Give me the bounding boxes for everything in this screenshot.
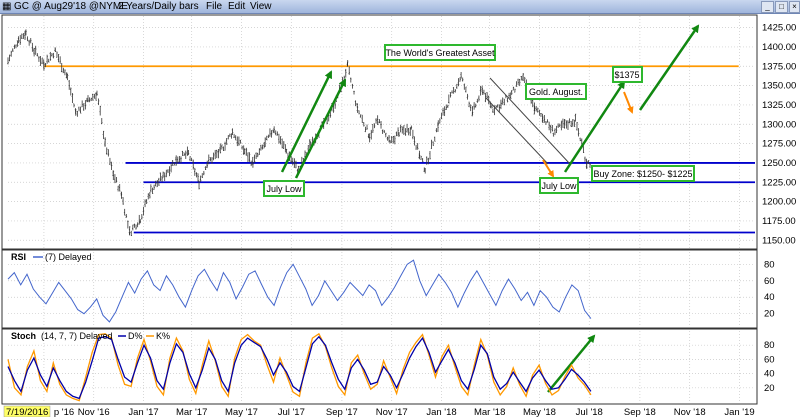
period-label[interactable]: 2 Years/Daily bars	[118, 0, 199, 13]
x-tick-label: Mar '17	[176, 407, 207, 417]
start-date-label: 7/19/2016	[6, 407, 48, 417]
x-tick-label: p '16	[54, 407, 74, 417]
price-tick-label: 1225.00	[762, 177, 796, 188]
chart-area: The World's Greatest Asset Gold. August.…	[1, 14, 796, 417]
x-tick-label: Jan '17	[128, 407, 158, 417]
price-tick-label: 1400.00	[762, 42, 796, 53]
rsi-tick-label: 80	[764, 259, 775, 270]
minimize-icon[interactable]: _	[761, 1, 774, 13]
rsi-title: RSI	[11, 252, 26, 262]
price-tick-label: 1275.00	[762, 139, 796, 150]
rsi-tick-label: 60	[764, 276, 775, 287]
gold-august-label: Gold. August.	[529, 87, 583, 97]
price-tick-label: 1175.00	[762, 216, 796, 227]
price-tick-label: 1425.00	[762, 23, 796, 34]
chart-title: The World's Greatest Asset	[385, 48, 495, 58]
menu-view[interactable]: View	[250, 0, 272, 13]
price-tick-label: 1375.00	[762, 61, 796, 72]
target-label: $1375	[614, 70, 639, 80]
stoch-panel	[1, 328, 758, 405]
price-tick-label: 1300.00	[762, 119, 796, 130]
price-tick-label: 1325.00	[762, 100, 796, 111]
x-tick-label: Jan '18	[426, 407, 456, 417]
buy-zone-callout: Buy Zone: $1250- $1225	[591, 165, 695, 182]
x-tick-label: May '17	[225, 407, 258, 417]
y-axis-ticks: 1425.00 1400.00 1375.00 1350.00 1325.00 1300.…	[762, 23, 796, 247]
price-tick-label: 1250.00	[762, 158, 796, 169]
stoch-tick-label: 60	[764, 354, 775, 365]
start-date-badge: 7/19/2016	[3, 405, 51, 417]
x-tick-label: Jan '19	[724, 407, 754, 417]
symbol-label[interactable]: GC @ Aug29'18 @NYME	[14, 0, 128, 13]
maximize-icon[interactable]: □	[775, 1, 788, 13]
rsi-tick-label: 20	[764, 309, 775, 320]
rsi-legend-text: (7) Delayed	[45, 252, 92, 262]
x-tick-label: Sep '17	[326, 407, 358, 417]
stoch-tick-label: 20	[764, 383, 775, 394]
stoch-axis-ticks: 80 60 40 20	[764, 340, 775, 394]
x-tick-label: Nov '16	[78, 407, 110, 417]
x-tick-label: Jul '17	[278, 407, 305, 417]
rsi-axis-ticks: 80 60 40 20	[764, 259, 775, 319]
x-tick-label: May '18	[523, 407, 556, 417]
price-tick-label: 1200.00	[762, 197, 796, 208]
x-tick-label: Mar '18	[474, 407, 505, 417]
window-titlebar: ▦ GC @ Aug29'18 @NYME 2 Years/Daily bars…	[0, 0, 800, 14]
price-panel	[1, 14, 758, 250]
july-low-callout-2018: July Low	[539, 177, 579, 194]
target-callout: $1375	[612, 66, 643, 83]
stoch-d-legend: D%	[128, 331, 143, 341]
price-tick-label: 1150.00	[762, 235, 796, 246]
menu-edit[interactable]: Edit	[228, 0, 245, 13]
x-tick-label: Nov '17	[376, 407, 408, 417]
stoch-tick-label: 80	[764, 340, 775, 351]
x-axis-ticks: p '16 Nov '16 Jan '17 Mar '17 May '17 Jul '17…	[54, 407, 755, 417]
july-low-label-2017: July Low	[266, 184, 302, 194]
close-icon[interactable]: ×	[789, 1, 800, 13]
gold-august-callout: Gold. August.	[525, 83, 587, 100]
x-tick-label: Nov '18	[674, 407, 706, 417]
stoch-legend-text: (14, 7, 7) Delayed	[41, 331, 113, 341]
stoch-title: Stoch	[11, 331, 36, 341]
menu-file[interactable]: File	[206, 0, 222, 13]
buy-zone-label: Buy Zone: $1250- $1225	[593, 169, 692, 179]
stoch-tick-label: 40	[764, 369, 775, 380]
price-tick-label: 1350.00	[762, 81, 796, 92]
july-low-callout-2017: July Low	[263, 180, 305, 197]
x-tick-label: Jul '18	[576, 407, 603, 417]
rsi-panel	[1, 249, 758, 329]
x-tick-label: Sep '18	[624, 407, 656, 417]
title-callout: The World's Greatest Asset	[384, 44, 496, 61]
rsi-tick-label: 40	[764, 292, 775, 303]
july-low-label-2018: July Low	[541, 181, 577, 191]
chart-menu-icon[interactable]: ▦	[2, 0, 11, 13]
rsi-legend: RSI (7) Delayed	[11, 252, 92, 262]
stoch-k-legend: K%	[156, 331, 170, 341]
